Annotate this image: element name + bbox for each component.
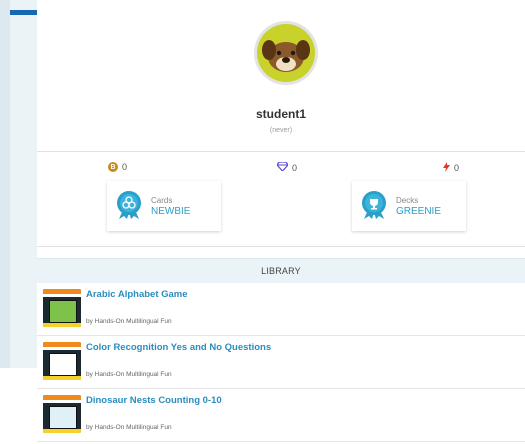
decks-badge-level: GREENIE <box>396 206 442 217</box>
deck-author[interactable]: by Hands-On Multilingual Fun <box>86 424 172 431</box>
last-seen-text: (never) <box>269 127 293 134</box>
gems-count: 0 <box>292 162 298 173</box>
decks-badge-label: Decks <box>396 196 419 205</box>
deck-thumbnail[interactable] <box>43 395 81 433</box>
library-item[interactable]: Dinosaur Nests Counting 0-10 by Hands-On… <box>37 389 525 442</box>
deck-title-link[interactable]: Dinosaur Nests Counting 0-10 <box>86 395 222 406</box>
lightning-icon <box>443 162 450 174</box>
cards-badge-level: NEWBIE <box>151 206 191 217</box>
deck-thumbnail[interactable] <box>43 342 81 380</box>
gems-stat: 0 <box>276 161 298 173</box>
deck-author[interactable]: by Hands-On Multilingual Fun <box>86 371 172 378</box>
cards-badge-label: Cards <box>151 196 173 205</box>
coin-icon: B <box>108 162 118 172</box>
coins-count: 0 <box>122 162 128 172</box>
deck-author[interactable]: by Hands-On Multilingual Fun <box>86 318 172 325</box>
library-item[interactable]: Arabic Alphabet Game by Hands-On Multili… <box>37 283 525 336</box>
dog-avatar-icon <box>257 24 315 82</box>
stats-panel: B 0 0 0 Cards NEWBIE Decks GREENIE <box>37 151 525 247</box>
gem-icon <box>276 161 289 173</box>
decks-ribbon-icon <box>359 190 389 220</box>
left-sidebar-background <box>0 0 37 368</box>
energy-count: 0 <box>454 163 460 173</box>
coins-stat: B 0 <box>108 162 127 172</box>
library-header: LIBRARY <box>37 258 525 284</box>
left-sidebar-edge <box>0 0 10 368</box>
avatar[interactable] <box>254 21 318 85</box>
library-item[interactable]: Color Recognition Yes and No Questions b… <box>37 336 525 389</box>
energy-stat: 0 <box>443 162 459 174</box>
deck-title-link[interactable]: Color Recognition Yes and No Questions <box>86 342 271 353</box>
profile-main: student1 (never) B 0 0 0 Cards NEWBIE De… <box>37 0 525 444</box>
cards-ribbon-icon <box>114 190 144 220</box>
deck-thumbnail[interactable] <box>43 289 81 327</box>
cards-badge[interactable]: Cards NEWBIE <box>107 181 221 231</box>
username: student1 <box>255 107 306 121</box>
decks-badge[interactable]: Decks GREENIE <box>352 181 466 231</box>
deck-title-link[interactable]: Arabic Alphabet Game <box>86 289 188 300</box>
